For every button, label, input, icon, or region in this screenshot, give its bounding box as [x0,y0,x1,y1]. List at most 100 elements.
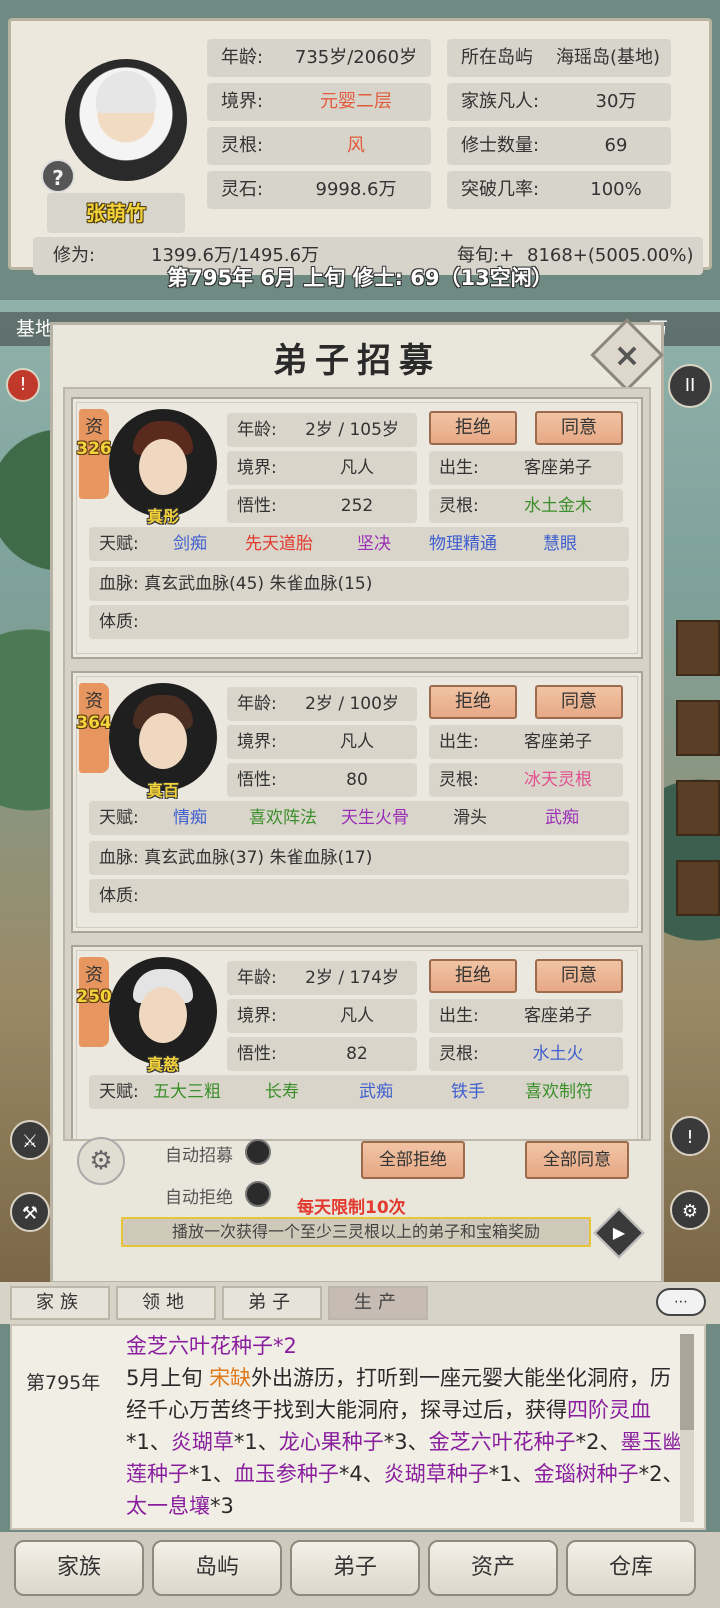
age-field: 年龄: 2岁 / 105岁 [227,413,417,447]
nav-disciples[interactable]: 弟子 [290,1540,420,1596]
nav-warehouse[interactable]: 仓库 [566,1540,696,1596]
talent: 五大三粗 [153,1082,221,1102]
alert-icon[interactable]: ! [6,368,40,402]
talent: 坚决 [357,534,391,554]
pause-icon[interactable]: II [668,364,712,408]
nav-family[interactable]: 家族 [14,1540,144,1596]
realm-field: 境界: 凡人 [227,451,417,485]
settings-icon[interactable]: ⚙ [77,1137,125,1185]
talent: 慧眼 [543,534,577,554]
realm-stat: 境界: 元婴二层 [207,83,431,121]
birth-field: 出生: 客座弟子 [429,999,623,1033]
talent: 滑头 [453,808,487,828]
settings-shortcut-icon[interactable]: ⚙ [670,1190,710,1230]
log-year: 第795年 [26,1372,101,1394]
birth-field: 出生: 客座弟子 [429,725,623,759]
reject-button[interactable]: 拒绝 [429,411,517,445]
talent: 武痴 [545,808,579,828]
talent-row: 天赋: 五大三粗 长寿 武痴 铁手 喜欢制符 [89,1075,629,1109]
player-avatar[interactable] [65,59,187,181]
candidate-name: 真百 [146,781,179,800]
farm-plot [676,620,720,676]
tab-territory[interactable]: 领地 [116,1286,216,1320]
auto-reject-label: 自动拒绝 [165,1188,233,1208]
farm-plot [676,780,720,836]
realm-field: 境界: 凡人 [227,999,417,1033]
candidate-card: 资 326 真彤 年龄: 2岁 / 105岁 境界: 凡人 悟性: 252 拒绝 同意 … [71,397,643,659]
log-entry: 金芝六叶花种子*2 5月上旬 宋缺外出游历，打听到一座元婴大能坐化洞府，历经千心… [126,1334,684,1518]
bloodline-row: 血脉: 真玄武血脉(37) 朱雀血脉(17) [89,841,629,875]
spirit-root-field: 灵根: 水土火 [429,1037,623,1071]
talent-row: 天赋: 剑痴 先天道胎 坚决 物理精通 慧眼 [89,527,629,561]
root-stat: 灵根: 风 [207,127,431,165]
tab-disciples[interactable]: 弟子 [222,1286,322,1320]
physique-row: 体质: [89,879,629,913]
talent: 喜欢制符 [525,1082,593,1102]
tab-production[interactable]: 生产 [328,1286,428,1320]
accept-button[interactable]: 同意 [535,959,623,993]
talent: 天生火骨 [341,808,409,828]
breakthrough-stat: 突破几率: 100% [447,171,671,209]
tab-family[interactable]: 家族 [10,1286,110,1320]
realm-field: 境界: 凡人 [227,725,417,759]
talent: 长寿 [265,1082,299,1102]
reject-button[interactable]: 拒绝 [429,959,517,993]
family-mortals-stat: 家族凡人: 30万 [447,83,671,121]
dialog-footer: ⚙ 自动招募 自动拒绝 全部拒绝 全部同意 每天限制10次 播放一次获得一个至少… [53,1137,661,1281]
candidate-card: 资 364 真百 年龄: 2岁 / 100岁 境界: 凡人 悟性: 80 拒绝 同意 出… [71,671,643,933]
island-stat[interactable]: 所在岛屿 海瑶岛(基地) [447,39,671,77]
aptitude-tag: 资 364 [76,683,112,773]
accept-button[interactable]: 同意 [535,411,623,445]
spirit-stones-stat: 灵石: 9998.6万 [207,171,431,209]
chat-bubble-icon[interactable]: ⋯ [656,1288,706,1316]
disciple-shortcut-icon[interactable]: ⚔ [10,1120,50,1160]
birth-field: 出生: 客座弟子 [429,451,623,485]
date-line: 第795年 6月 上旬 修士: 69（13空闲） [167,266,553,290]
age-field: 年龄: 2岁 / 174岁 [227,961,417,995]
wit-field: 悟性: 80 [227,763,417,797]
talent: 喜欢阵法 [249,808,317,828]
age-field: 年龄: 2岁 / 100岁 [227,687,417,721]
log-scrollbar[interactable] [680,1334,694,1522]
talent: 物理精通 [429,534,497,554]
accept-button[interactable]: 同意 [535,685,623,719]
farm-plot [676,860,720,916]
work-shortcut-icon[interactable]: ⚒ [10,1192,50,1232]
nav-islands[interactable]: 岛屿 [152,1540,282,1596]
help-icon[interactable]: ? [41,159,75,193]
nav-assets[interactable]: 资产 [428,1540,558,1596]
recruit-disciple-dialog: 弟子招募 × 资 326 真彤 年龄: 2岁 / 105岁 境界: 凡人 悟性: 252… [50,318,664,1284]
candidate-card: 资 250 真慈 年龄: 2岁 / 174岁 境界: 凡人 悟性: 82 拒绝 同意 出… [71,945,643,1139]
dialog-title: 弟子招募 [273,341,441,381]
daily-limit-text: 每天限制10次 [297,1198,406,1218]
candidate-portrait[interactable] [109,683,217,791]
auto-recruit-toggle[interactable] [245,1139,271,1165]
reject-all-button[interactable]: 全部拒绝 [361,1141,465,1179]
talent: 先天道胎 [245,534,313,554]
candidate-portrait[interactable] [109,409,217,517]
play-ad-icon[interactable]: ▶ [593,1207,645,1259]
talent: 剑痴 [173,534,207,554]
candidate-name: 真彤 [146,507,179,526]
candidate-portrait[interactable] [109,957,217,1065]
wit-field: 悟性: 252 [227,489,417,523]
talent: 铁手 [451,1082,485,1102]
candidate-name: 真慈 [146,1055,179,1074]
spirit-root-field: 灵根: 水土金木 [429,489,623,523]
age-stat: 年龄: 735岁/2060岁 [207,39,431,77]
ad-reward-banner[interactable]: 播放一次获得一个至少三灵根以上的弟子和宝箱奖励 [121,1217,591,1247]
accept-all-button[interactable]: 全部同意 [525,1141,629,1179]
physique-row: 体质: [89,605,629,639]
talent: 武痴 [359,1082,393,1102]
info-shortcut-icon[interactable]: ! [670,1116,710,1156]
talent: 情痴 [173,808,207,828]
bottom-navigation: 家族 岛屿 弟子 资产 仓库 [0,1532,720,1608]
event-log[interactable]: 第795年 金芝六叶花种子*2 5月上旬 宋缺外出游历，打听到一座元婴大能坐化洞… [10,1324,706,1530]
candidate-list[interactable]: 资 326 真彤 年龄: 2岁 / 105岁 境界: 凡人 悟性: 252 拒绝 同意 … [63,387,651,1141]
talent-row: 天赋: 情痴 喜欢阵法 天生火骨 滑头 武痴 [89,801,629,835]
reject-button[interactable]: 拒绝 [429,685,517,719]
auto-reject-toggle[interactable] [245,1181,271,1207]
wit-field: 悟性: 82 [227,1037,417,1071]
log-tabs: 家族 领地 弟子 生产 ⋯ [0,1282,720,1324]
spirit-root-field: 灵根: 冰天灵根 [429,763,623,797]
